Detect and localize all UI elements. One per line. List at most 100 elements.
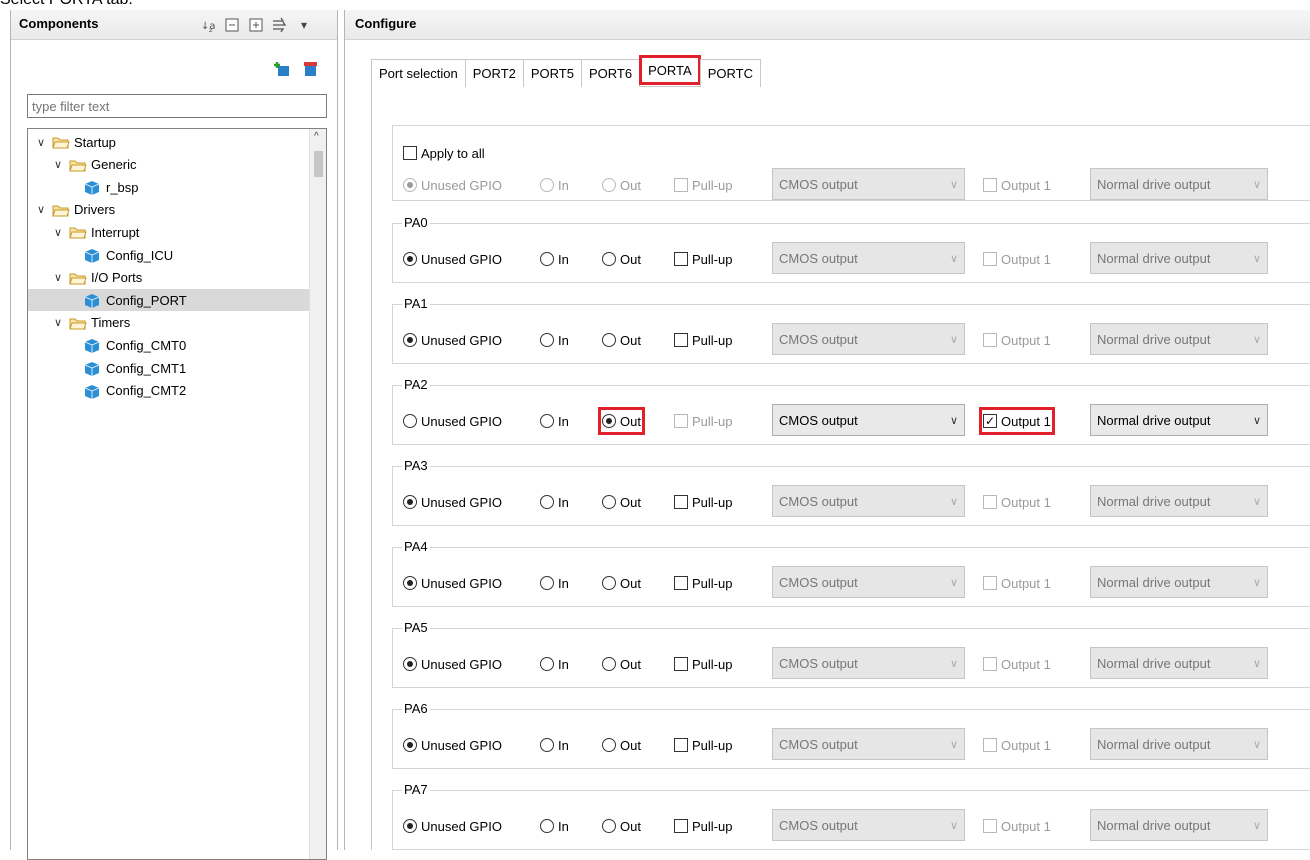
chevron-down-icon[interactable]: ∨: [51, 271, 65, 284]
unused-gpio-radio[interactable]: Unused GPIO: [403, 492, 502, 512]
output-type-select[interactable]: CMOS output ∨: [772, 809, 965, 841]
sort-alpha-icon[interactable]: ↓a z: [199, 16, 217, 34]
output-type-select[interactable]: CMOS output ∨: [772, 323, 965, 355]
output-type-select[interactable]: CMOS output ∨: [772, 728, 965, 760]
add-component-icon[interactable]: [273, 60, 291, 78]
output1-checkbox[interactable]: Output 1: [983, 654, 1051, 674]
output1-checkbox[interactable]: Output 1: [983, 492, 1051, 512]
unused-gpio-radio[interactable]: Unused GPIO: [403, 249, 502, 269]
output-type-select[interactable]: CMOS output ∨: [772, 485, 965, 517]
tab-porta[interactable]: PORTA: [639, 55, 701, 85]
chevron-down-icon[interactable]: ∨: [51, 316, 65, 329]
chevron-down-icon[interactable]: ∨: [34, 203, 48, 216]
apply-to-all-checkbox[interactable]: Apply to all: [403, 143, 485, 163]
tree-item-i-o-ports[interactable]: ∨ I/O Ports: [28, 267, 311, 289]
apply-to-all-box[interactable]: [403, 146, 417, 160]
in-radio[interactable]: In: [540, 492, 569, 512]
tab-port5[interactable]: PORT5: [522, 59, 582, 87]
chevron-down-icon[interactable]: ∨: [34, 136, 48, 149]
folder-icon: [52, 135, 70, 149]
out-radio[interactable]: Out: [602, 735, 641, 755]
drive-select[interactable]: Normal drive output ∨: [1090, 647, 1268, 679]
tree-item-startup[interactable]: ∨ Startup: [28, 131, 311, 153]
tree-item-config-cmt1[interactable]: Config_CMT1: [28, 357, 311, 379]
output1-checkbox[interactable]: Output 1: [983, 816, 1051, 836]
expand-all-icon[interactable]: [247, 16, 265, 34]
unused-gpio-radio[interactable]: Unused GPIO: [403, 330, 502, 350]
out-label: Out: [620, 494, 641, 510]
out-radio[interactable]: Out: [598, 407, 645, 435]
unused-gpio-radio[interactable]: Unused GPIO: [403, 735, 502, 755]
output1-checkbox[interactable]: Output 1: [983, 735, 1051, 755]
unused-gpio-radio[interactable]: Unused GPIO: [403, 411, 502, 431]
port-content: Apply to all Unused GPIO In Out Pull-up …: [371, 87, 1310, 850]
output1-checkbox[interactable]: ✓ Output 1: [979, 407, 1055, 435]
in-radio[interactable]: In: [540, 735, 569, 755]
output-type-select[interactable]: CMOS output ∨: [772, 242, 965, 274]
pullup-checkbox[interactable]: Pull-up: [674, 816, 732, 836]
link-editor-icon[interactable]: [271, 16, 289, 34]
in-radio[interactable]: In: [540, 816, 569, 836]
pullup-checkbox[interactable]: Pull-up: [674, 411, 732, 431]
drive-select[interactable]: Normal drive output ∨: [1090, 485, 1268, 517]
unused-gpio-radio[interactable]: Unused GPIO: [403, 573, 502, 593]
out-radio[interactable]: Out: [602, 249, 641, 269]
out-radio[interactable]: Out: [602, 816, 641, 836]
out-radio[interactable]: Out: [602, 492, 641, 512]
out-radio[interactable]: Out: [602, 573, 641, 593]
tree-item-r-bsp[interactable]: r_bsp: [28, 176, 311, 198]
drive-select[interactable]: Normal drive output ∨: [1090, 728, 1268, 760]
tab-port2[interactable]: PORT2: [464, 59, 524, 87]
tree-item-config-port[interactable]: Config_PORT: [28, 289, 311, 312]
output1-checkbox[interactable]: Output 1: [983, 249, 1051, 269]
tree-item-drivers[interactable]: ∨ Drivers: [28, 199, 311, 221]
tree-item-interrupt[interactable]: ∨ Interrupt: [28, 221, 311, 243]
tab-port-selection[interactable]: Port selection: [371, 59, 466, 87]
pullup-checkbox[interactable]: Pull-up: [674, 735, 732, 755]
pullup-checkbox[interactable]: Pull-up: [674, 654, 732, 674]
chevron-down-icon: ∨: [1252, 252, 1261, 265]
filter-input[interactable]: [27, 94, 327, 118]
in-radio[interactable]: In: [540, 654, 569, 674]
output1-checkbox[interactable]: Output 1: [983, 330, 1051, 350]
in-radio[interactable]: In: [540, 330, 569, 350]
output-type-select[interactable]: CMOS output ∨: [772, 404, 965, 436]
tab-port6[interactable]: PORT6: [580, 59, 641, 87]
unused-gpio-radio[interactable]: Unused GPIO: [403, 654, 502, 674]
tree-item-config-cmt0[interactable]: Config_CMT0: [28, 334, 311, 356]
unused-gpio-radio[interactable]: Unused GPIO: [403, 816, 502, 836]
view-menu-icon[interactable]: ▾: [295, 16, 313, 34]
tree-item-config-icu[interactable]: Config_ICU: [28, 244, 311, 266]
scroll-thumb[interactable]: [314, 151, 323, 177]
tree-item-timers[interactable]: ∨ Timers: [28, 312, 311, 334]
out-label: Out: [620, 737, 641, 753]
pullup-checkbox[interactable]: Pull-up: [674, 330, 732, 350]
in-radio[interactable]: In: [540, 411, 569, 431]
tree-scrollbar[interactable]: ^: [309, 129, 326, 859]
drive-select[interactable]: Normal drive output ∨: [1090, 809, 1268, 841]
tree-item-generic[interactable]: ∨ Generic: [28, 154, 311, 176]
pullup-checkbox[interactable]: Pull-up: [674, 573, 732, 593]
out-radio[interactable]: Out: [602, 654, 641, 674]
output-type-select[interactable]: CMOS output ∨: [772, 647, 965, 679]
drive-select[interactable]: Normal drive output ∨: [1090, 404, 1268, 436]
collapse-all-icon[interactable]: [223, 16, 241, 34]
chevron-down-icon[interactable]: ∨: [51, 158, 65, 171]
remove-component-icon[interactable]: [301, 60, 319, 78]
tab-portc[interactable]: PORTC: [699, 59, 761, 87]
output-type-select[interactable]: CMOS output ∨: [772, 566, 965, 598]
tree-item-config-cmt2[interactable]: Config_CMT2: [28, 380, 311, 402]
drive-select[interactable]: Normal drive output ∨: [1090, 566, 1268, 598]
drive-select[interactable]: Normal drive output ∨: [1090, 242, 1268, 274]
in-radio[interactable]: In: [540, 573, 569, 593]
scroll-up-icon[interactable]: ^: [314, 131, 319, 142]
in-radio[interactable]: In: [540, 249, 569, 269]
drive-select[interactable]: Normal drive output ∨: [1090, 323, 1268, 355]
chevron-down-icon[interactable]: ∨: [51, 226, 65, 239]
output1-checkbox[interactable]: Output 1: [983, 573, 1051, 593]
apply-unused-label: Unused GPIO: [421, 177, 502, 193]
pullup-checkbox[interactable]: Pull-up: [674, 249, 732, 269]
pullup-checkbox[interactable]: Pull-up: [674, 492, 732, 512]
out-radio[interactable]: Out: [602, 330, 641, 350]
in-label: In: [558, 332, 569, 348]
